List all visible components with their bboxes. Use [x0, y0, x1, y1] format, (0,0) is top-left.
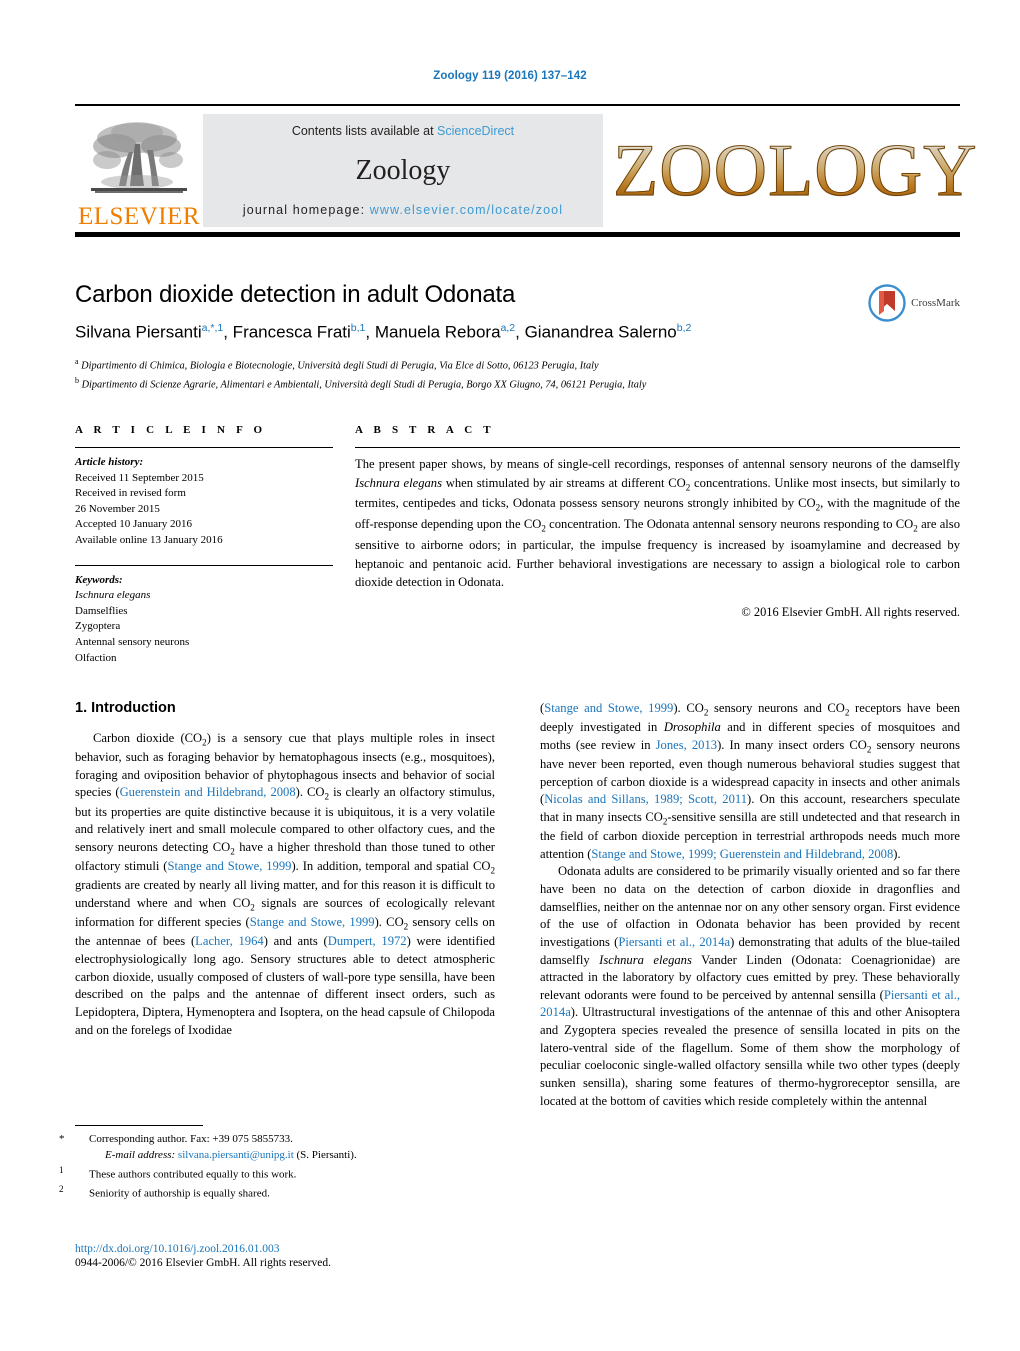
homepage-prefix: journal homepage: — [242, 203, 366, 217]
sciencedirect-link[interactable]: ScienceDirect — [437, 124, 514, 138]
body-column-left: 1. Introduction Carbon dioxide (CO2) is … — [75, 700, 495, 1110]
crossmark-icon — [868, 284, 906, 322]
body-column-right: (Stange and Stowe, 1999). CO2 sensory ne… — [540, 700, 960, 1110]
affiliation-mark: b — [75, 375, 79, 385]
journal-article-page: Zoology 119 (2016) 137–142 ELSEVIER Cont… — [0, 0, 1020, 1351]
section-heading-introduction: 1. Introduction — [75, 700, 176, 716]
footnote-text: Corresponding author. Fax: +39 075 58557… — [89, 1133, 293, 1145]
citation-link[interactable]: Jones, 2013 — [656, 738, 717, 752]
citation-link[interactable]: Stange and Stowe, 1999; Guerenstein and … — [591, 847, 893, 861]
running-head: Zoology 119 (2016) 137–142 — [433, 70, 587, 82]
contents-available-line: Contents lists available at ScienceDirec… — [292, 124, 514, 138]
page-title: Carbon dioxide detection in adult Odonat… — [75, 281, 516, 308]
citation-link[interactable]: Guerenstein and Hildebrand, 2008 — [120, 785, 296, 799]
article-info-rule — [75, 447, 333, 448]
footnote-marker: 1 — [59, 1164, 64, 1175]
keyword-item: Damselflies — [75, 604, 128, 617]
homepage-url-link[interactable]: www.elsevier.com/locate/zool — [370, 203, 563, 217]
history-item: Accepted 10 January 2016 — [75, 518, 192, 531]
author-affil-mark: a,2 — [500, 322, 516, 335]
citation-link[interactable]: Stange and Stowe, 1999 — [167, 859, 291, 873]
footnote-marker: * — [59, 1133, 65, 1145]
zoology-logo: ZOOLOGY — [603, 110, 978, 231]
masthead-bottom-rule — [75, 232, 960, 237]
keywords-list: Keywords: Ischnura elegans Damselflies Z… — [75, 573, 333, 667]
citation-link[interactable]: Nicolas and Sillans, 1989; Scott, 2011 — [544, 792, 747, 806]
keywords-label: Keywords: — [75, 573, 123, 586]
affiliation-text: Dipartimento di Chimica, Biologia e Biot… — [81, 360, 599, 372]
email-owner: (S. Piersanti). — [296, 1148, 357, 1161]
info-abstract-band: A R T I C L E I N F O Article history: R… — [75, 424, 960, 666]
author-affil-mark: b,2 — [676, 322, 692, 335]
abstract-heading: A B S T R A C T — [355, 424, 495, 436]
footnote-note-1: 1 These authors contributed equally to th… — [59, 1164, 495, 1184]
citation-link[interactable]: Piersanti et al., 2014a — [618, 935, 730, 949]
issn-copyright-line: 0944-2006/© 2016 Elsevier GmbH. All righ… — [75, 1257, 331, 1269]
elsevier-wordmark: ELSEVIER — [77, 203, 201, 230]
author-affil-mark: b,1 — [350, 322, 366, 335]
email-link[interactable]: silvana.piersanti@unipg.it — [178, 1149, 294, 1161]
article-info-heading: A R T I C L E I N F O — [75, 424, 267, 436]
citation-link[interactable]: Lacher, 1964 — [195, 934, 264, 948]
crossmark-label: CrossMark — [911, 297, 960, 309]
journal-title: Zoology — [355, 154, 451, 186]
footnote-text: Seniority of authorship is equally share… — [89, 1188, 270, 1201]
journal-homepage-line: journal homepage: www.elsevier.com/locat… — [243, 203, 563, 217]
contents-prefix: Contents lists available at — [291, 124, 434, 138]
email-label: E-mail address: — [105, 1148, 176, 1161]
citation-link[interactable]: Stange and Stowe, 1999 — [250, 915, 375, 929]
paragraph: (Stange and Stowe, 1999). CO2 sensory ne… — [540, 701, 960, 861]
journal-masthead: ELSEVIER Contents lists available at Sci… — [75, 104, 977, 231]
article-history: Article history: Received 11 September 2… — [75, 455, 333, 549]
keyword-item: Zygoptera — [75, 620, 121, 633]
footnote-text: These authors contributed equally to thi… — [89, 1168, 297, 1181]
article-history-label: Article history: — [75, 456, 144, 468]
affiliation-a: a Dipartimento di Chimica, Biologia e Bi… — [75, 356, 960, 374]
contents-panel: Contents lists available at ScienceDirec… — [203, 114, 603, 227]
title-block: CrossMark Carbon dioxide detection in ad… — [75, 281, 960, 393]
doi-link[interactable]: http://dx.doi.org/10.1016/j.zool.2016.01… — [75, 1243, 535, 1255]
keywords-rule — [75, 564, 333, 566]
doi-block: http://dx.doi.org/10.1016/j.zool.2016.01… — [75, 1243, 535, 1269]
zoology-wordmark: ZOOLOGY — [613, 129, 978, 212]
footnote-corresponding-author: * Corresponding author. Fax: +39 075 5855… — [59, 1132, 495, 1164]
abstract-column: A B S T R A C T The present paper shows,… — [355, 424, 960, 666]
citation-link[interactable]: Dumpert, 1972 — [328, 934, 407, 948]
author-list: Silvana Piersantia,*,1, Francesca Fratib… — [75, 322, 692, 343]
paragraph: Odonata adults are considered to be prim… — [540, 864, 960, 1108]
citation-link[interactable]: Piersanti et al., 2014a — [540, 988, 960, 1020]
affiliation-mark: a — [75, 357, 79, 367]
elsevier-logo: ELSEVIER — [75, 110, 203, 231]
abstract-body: The present paper shows, by means of sin… — [355, 457, 961, 590]
keyword-item: Ischnura elegans — [75, 589, 151, 602]
paragraph: Carbon dioxide (CO2) is a sensory cue th… — [75, 731, 496, 1037]
history-item: 26 November 2015 — [75, 502, 160, 515]
abstract-rule — [355, 447, 960, 448]
keyword-item: Antennal sensory neurons — [75, 636, 190, 649]
article-info-column: A R T I C L E I N F O Article history: R… — [75, 424, 355, 666]
footnote-marker: 2 — [59, 1184, 64, 1195]
elsevier-tree-icon — [85, 116, 193, 204]
body-columns: 1. Introduction Carbon dioxide (CO2) is … — [75, 700, 960, 1110]
author-affil-mark: a,*,1 — [201, 322, 224, 335]
abstract-copyright: © 2016 Elsevier GmbH. All rights reserve… — [741, 604, 960, 619]
affiliation-text: Dipartimento di Scienze Agrarie, Aliment… — [81, 379, 647, 391]
history-item: Received in revised form — [75, 487, 186, 500]
footnote-note-2: 2 Seniority of authorship is equally shar… — [59, 1183, 495, 1203]
footnote-block: * Corresponding author. Fax: +39 075 5855… — [59, 1125, 495, 1203]
citation-link[interactable]: Stange and Stowe, 1999 — [544, 701, 673, 715]
history-item: Available online 13 January 2016 — [75, 534, 223, 547]
keyword-item: Olfaction — [75, 651, 117, 664]
crossmark-badge[interactable]: CrossMark — [868, 284, 960, 322]
footnote-rule — [75, 1125, 203, 1126]
history-item: Received 11 September 2015 — [75, 471, 204, 484]
affiliation-b: b Dipartimento di Scienze Agrarie, Alime… — [75, 375, 960, 393]
